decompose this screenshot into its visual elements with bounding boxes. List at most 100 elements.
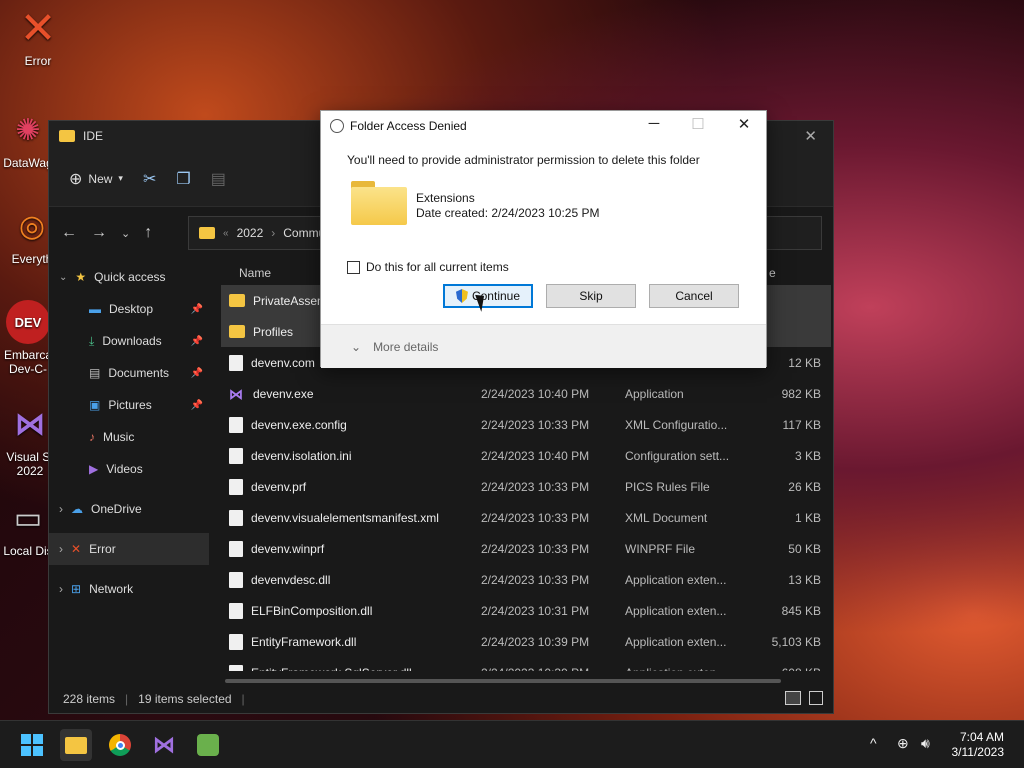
apply-to-all-checkbox[interactable]: Do this for all current items [347,260,509,274]
navigation-pane: ⌄ ★ Quick access ▬ Desktop 📌 ⤓ Downloads… [49,261,209,685]
file-date: 2/24/2023 10:33 PM [481,510,590,525]
sidebar-item-desktop[interactable]: ▬ Desktop 📌 [49,293,209,325]
table-row[interactable]: devenvdesc.dll 2/24/2023 10:33 PM Applicat… [221,564,831,595]
minimize-icon[interactable]: ─ [639,115,669,132]
sidebar-item-documents[interactable]: ▤ Documents 📌 [49,357,209,389]
breadcrumb-community[interactable]: Commu [283,226,325,240]
cancel-button[interactable]: Cancel [649,284,739,308]
forward-arrow-icon[interactable]: → [91,224,107,242]
sidebar-item-pictures[interactable]: ▣ Pictures 📌 [49,389,209,421]
file-name-cell: ⋈ devenv.exe [221,386,481,402]
app-icon: ✺ [15,113,41,147]
taskbar-app-green[interactable] [192,729,224,761]
table-row[interactable]: devenv.exe.config 2/24/2023 10:33 PM XML C… [221,409,831,440]
chevron-right-icon: › [59,542,63,556]
paste-icon[interactable]: ▤ [211,169,226,189]
file-name: EntityFramework.dll [251,634,357,649]
file-name-cell: devenv.isolation.ini [221,447,481,464]
new-button[interactable]: ⊕ New ▾ [69,169,123,189]
pin-icon[interactable]: 📌 [191,400,203,411]
details-view-icon[interactable] [785,691,801,705]
file-name-cell: devenv.exe.config [221,416,481,433]
music-icon: ♪ [89,430,95,444]
column-header-size[interactable]: e [769,266,776,280]
up-arrow-icon[interactable]: ↑ [144,224,152,242]
tiles-view-icon[interactable] [809,691,823,705]
taskbar-file-explorer[interactable] [60,729,92,761]
folder-icon [229,294,245,307]
sidebar-item-quick-access[interactable]: ⌄ ★ Quick access [49,261,209,293]
clock-icon [330,119,344,133]
folder-icon [199,227,215,239]
chevron-down-icon: ⌄ [351,339,362,354]
desktop-icon-error[interactable]: ✕ Error [10,3,66,69]
file-name: devenv.prf [251,479,307,494]
selected-count: 19 items selected [138,692,232,706]
drive-icon: ▭ [13,501,43,535]
horizontal-scrollbar[interactable] [225,679,781,683]
pictures-icon: ▣ [89,398,101,412]
skip-button[interactable]: Skip [546,284,636,308]
close-icon[interactable]: ✕ [729,115,759,133]
sidebar-item-label: Pictures [108,398,152,412]
checkbox-box[interactable] [347,260,360,274]
file-icon [229,571,243,588]
table-row[interactable]: EntityFramework.dll 2/24/2023 10:39 PM App… [221,626,831,657]
file-date: 2/24/2023 10:33 PM [481,572,590,587]
sidebar-item-label: Videos [106,462,143,476]
volume-icon[interactable]: 🔊︎ [921,735,930,752]
globe-icon[interactable]: ⊕ [897,735,909,752]
more-details-toggle[interactable]: ⌄ More details [321,324,766,368]
sidebar-item-videos[interactable]: ▶ Videos [49,453,209,485]
chevron-up-icon[interactable]: ^ [870,735,877,751]
sidebar-item-error[interactable]: › ✕ Error [49,533,209,565]
system-clock[interactable]: 7:04 AM 3/11/2023 [952,730,1005,760]
file-size: 117 KB [782,417,821,432]
copy-icon[interactable]: ❐ [176,169,190,189]
breadcrumb-2022[interactable]: 2022 [237,226,264,240]
file-name-cell: ELFBinComposition.dll [221,602,481,619]
back-arrow-icon[interactable]: ← [61,224,77,242]
table-row[interactable]: ELFBinComposition.dll 2/24/2023 10:31 PM A… [221,595,831,626]
cut-icon[interactable]: ✂ [143,169,156,189]
table-row[interactable]: devenv.isolation.ini 2/24/2023 10:40 PM Co… [221,440,831,471]
clock-time: 7:04 AM [959,730,1004,744]
table-row[interactable]: devenv.prf 2/24/2023 10:33 PM PICS Rules F… [221,471,831,502]
sidebar-item-downloads[interactable]: ⤓ Downloads 📌 [49,325,209,357]
skip-label: Skip [579,289,603,303]
sidebar-item-music[interactable]: ♪ Music [49,421,209,453]
file-date: 2/24/2023 10:40 PM [481,386,590,401]
table-row[interactable]: devenv.visualelementsmanifest.xml 2/24/20… [221,502,831,533]
dialog-title: Folder Access Denied [350,119,467,133]
red-x-icon: ✕ [19,3,57,53]
pin-icon[interactable]: 📌 [191,304,203,315]
taskbar-chrome[interactable] [104,729,136,761]
file-name: devenv.com [251,355,315,370]
continue-button[interactable]: Continue [443,284,533,308]
sidebar-item-label: Quick access [94,270,166,284]
sidebar-item-onedrive[interactable]: › ☁ OneDrive [49,493,209,525]
file-size: 3 KB [794,448,821,463]
devcpp-icon: DEV [6,300,50,344]
file-type: WINPRF File [625,541,695,556]
table-row[interactable]: devenv.winprf 2/24/2023 10:33 PM WINPRF Fi… [221,533,831,564]
plus-icon: ⊕ [69,170,83,188]
table-row[interactable]: EntityFramework.SqlServer.dll 2/24/2023 1… [221,657,831,671]
file-name: devenv.winprf [251,541,325,556]
chevron-down-icon[interactable]: ⌄ [121,227,130,240]
pin-icon[interactable]: 📌 [191,368,203,379]
start-button[interactable] [16,729,48,761]
file-type: Application exten... [625,603,727,618]
sidebar-item-network[interactable]: › ⊞ Network [49,573,209,605]
file-type: XML Document [625,510,708,525]
chevron-right-icon: › [59,582,63,596]
file-date: 2/24/2023 10:39 PM [481,666,625,672]
pin-icon[interactable]: 📌 [191,336,203,347]
desktop-icon: ▬ [89,302,101,316]
table-row[interactable]: ⋈ devenv.exe 2/24/2023 10:40 PM Application… [221,378,831,409]
taskbar-visual-studio[interactable]: ⋈ [148,729,180,761]
windows-logo-icon [21,734,43,756]
file-type: Application exten... [625,634,727,649]
desktop-icon-label: Error [24,54,52,68]
close-icon[interactable]: ✕ [804,127,817,145]
